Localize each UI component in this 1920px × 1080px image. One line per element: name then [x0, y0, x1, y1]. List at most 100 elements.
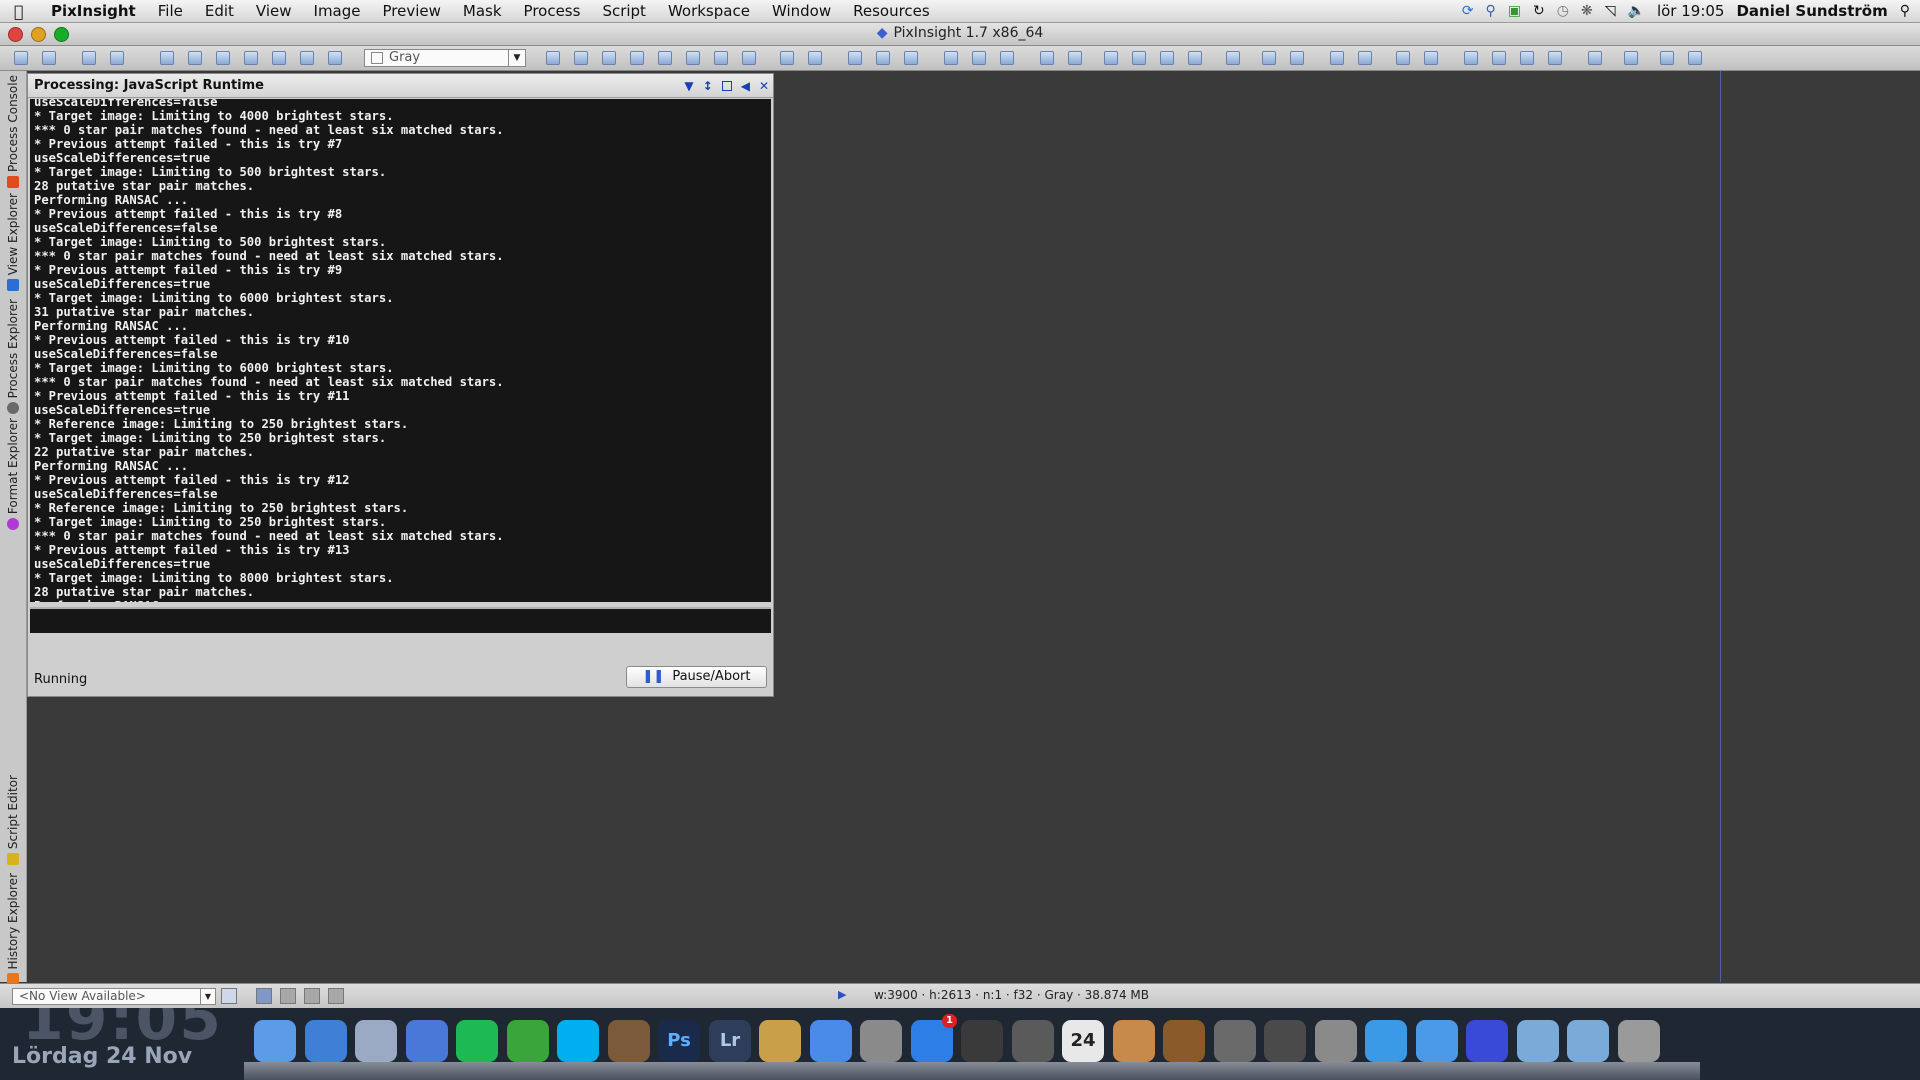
- wifi-icon[interactable]: ◹: [1605, 3, 1616, 19]
- stf-icon[interactable]: [328, 51, 342, 65]
- console-icon[interactable]: [1188, 51, 1202, 65]
- dock-messages-icon[interactable]: [1365, 1020, 1407, 1062]
- console-output[interactable]: useScaleDifferences=false * Target image…: [30, 99, 771, 602]
- channel-select[interactable]: Gray ▼: [364, 49, 526, 67]
- workspace-icon[interactable]: [1068, 51, 1082, 65]
- dock-mail-icon[interactable]: [355, 1020, 397, 1062]
- prev-workspace-icon[interactable]: [1660, 51, 1674, 65]
- spotlight-search-icon[interactable]: ⚲: [1900, 3, 1910, 19]
- tab-view-explorer[interactable]: View Explorer: [0, 193, 26, 292]
- chevron-down-icon[interactable]: ▼: [200, 989, 215, 1004]
- bluetooth-icon[interactable]: ❋: [1581, 3, 1593, 19]
- workspace-1-button[interactable]: [256, 988, 272, 1004]
- tab-format-explorer[interactable]: Format Explorer: [0, 418, 26, 531]
- new-preview-icon[interactable]: [686, 51, 700, 65]
- view-list-icon[interactable]: [1262, 51, 1276, 65]
- new-image-icon[interactable]: [82, 51, 96, 65]
- dock-photoshop-icon[interactable]: Ps: [658, 1020, 700, 1062]
- history-icon[interactable]: [1104, 51, 1118, 65]
- histogram-icon[interactable]: [1396, 51, 1410, 65]
- undo-icon[interactable]: [14, 51, 28, 65]
- battery-monitor-icon[interactable]: ▣: [1508, 3, 1521, 19]
- collapse-down-icon[interactable]: ▼: [684, 78, 693, 94]
- menu-image[interactable]: Image: [303, 2, 372, 20]
- workspace-4-button[interactable]: [328, 988, 344, 1004]
- sync-status-icon[interactable]: ⟳: [1462, 3, 1474, 19]
- dock-launchpad-icon[interactable]: [860, 1020, 902, 1062]
- dock-spotify-icon[interactable]: [456, 1020, 498, 1062]
- global-process-icon[interactable]: [904, 51, 918, 65]
- menu-clock[interactable]: lör 19:05: [1657, 2, 1725, 20]
- mask-icon[interactable]: [216, 51, 230, 65]
- dock-contacts-icon[interactable]: [1416, 1020, 1458, 1062]
- dock-garageband-icon[interactable]: [1163, 1020, 1205, 1062]
- duplicate-image-icon[interactable]: [110, 51, 124, 65]
- minimize-all-icon[interactable]: [1000, 51, 1014, 65]
- time-machine-icon[interactable]: ◷: [1557, 3, 1569, 19]
- console-command-input[interactable]: [30, 607, 771, 633]
- dock-photo-browser-icon[interactable]: [1264, 1020, 1306, 1062]
- calibrate-icon[interactable]: [1548, 51, 1562, 65]
- image-window-icon[interactable]: [160, 51, 174, 65]
- star-icon[interactable]: [1464, 51, 1478, 65]
- dock-mail-icon[interactable]: [810, 1020, 852, 1062]
- apple-logo-icon[interactable]: : [14, 2, 40, 21]
- rgb-checkbox[interactable]: [371, 52, 383, 64]
- sidebar-toggle-icon[interactable]: [1588, 51, 1602, 65]
- menu-file[interactable]: File: [147, 2, 194, 20]
- maximize-icon[interactable]: [721, 81, 732, 91]
- menu-process[interactable]: Process: [513, 2, 592, 20]
- dock-address-book-icon[interactable]: [1113, 1020, 1155, 1062]
- resize-vertical-icon[interactable]: ↕: [703, 78, 713, 94]
- collapse-left-icon[interactable]: ◀: [741, 78, 750, 94]
- dock-skype-icon[interactable]: [557, 1020, 599, 1062]
- explorer-icon[interactable]: [1290, 51, 1304, 65]
- view-select[interactable]: <No View Available> ▼: [12, 988, 216, 1005]
- dock-facetime-icon[interactable]: [961, 1020, 1003, 1062]
- dock-app-store-icon[interactable]: 1: [911, 1014, 957, 1062]
- tab-process-explorer[interactable]: Process Explorer: [0, 299, 26, 415]
- tab-script-editor[interactable]: Script Editor: [0, 775, 26, 866]
- dock-pixinsight-icon[interactable]: [1466, 1020, 1508, 1062]
- menu-view[interactable]: View: [245, 2, 303, 20]
- curves-icon[interactable]: [1424, 51, 1438, 65]
- screen-icon[interactable]: [1624, 51, 1638, 65]
- tab-history-explorer[interactable]: History Explorer: [0, 873, 26, 986]
- pointer-icon[interactable]: [742, 51, 756, 65]
- cascade-windows-icon[interactable]: [972, 51, 986, 65]
- redo-icon[interactable]: [42, 51, 56, 65]
- dock-safari-icon[interactable]: [305, 1020, 347, 1062]
- zoom-out-icon[interactable]: [808, 51, 822, 65]
- close-icon[interactable]: ✕: [759, 78, 769, 94]
- invert-mask-icon[interactable]: [272, 51, 286, 65]
- dock-system-preferences-icon[interactable]: [1315, 1020, 1357, 1062]
- show-mask-icon[interactable]: [244, 51, 258, 65]
- play-icon[interactable]: ▶: [838, 988, 846, 1001]
- integrate-icon[interactable]: [1520, 51, 1534, 65]
- menu-workspace[interactable]: Workspace: [657, 2, 761, 20]
- menu-mask[interactable]: Mask: [452, 2, 513, 20]
- user-name[interactable]: Daniel Sundström: [1736, 2, 1887, 20]
- menu-window[interactable]: Window: [761, 2, 842, 20]
- dock-trash-icon[interactable]: [1618, 1020, 1660, 1062]
- icons-icon[interactable]: [1132, 51, 1146, 65]
- readout-icon[interactable]: [1358, 51, 1372, 65]
- dock-utorrent-icon[interactable]: [507, 1020, 549, 1062]
- tab-process-console[interactable]: Process Console: [0, 75, 26, 188]
- menu-preview[interactable]: Preview: [372, 2, 452, 20]
- dock-photo-booth-icon[interactable]: [1012, 1020, 1054, 1062]
- dock-downloads-icon[interactable]: [1567, 1020, 1609, 1062]
- dock-iphoto-icon[interactable]: [608, 1020, 650, 1062]
- menu-script[interactable]: Script: [591, 2, 657, 20]
- edit-preview-icon[interactable]: [714, 51, 728, 65]
- menu-resources[interactable]: Resources: [842, 2, 941, 20]
- center-view-icon[interactable]: [658, 51, 672, 65]
- share-icon[interactable]: ⚲: [1486, 3, 1496, 19]
- dock-calendar-icon[interactable]: 24: [1062, 1020, 1104, 1062]
- menu-app-pixinsight[interactable]: PixInsight: [40, 2, 147, 20]
- volume-icon[interactable]: 🔈: [1628, 3, 1645, 19]
- menu-edit[interactable]: Edit: [194, 2, 245, 20]
- preferences-icon[interactable]: [1226, 51, 1240, 65]
- process-icon[interactable]: [848, 51, 862, 65]
- frame-icon[interactable]: [1040, 51, 1054, 65]
